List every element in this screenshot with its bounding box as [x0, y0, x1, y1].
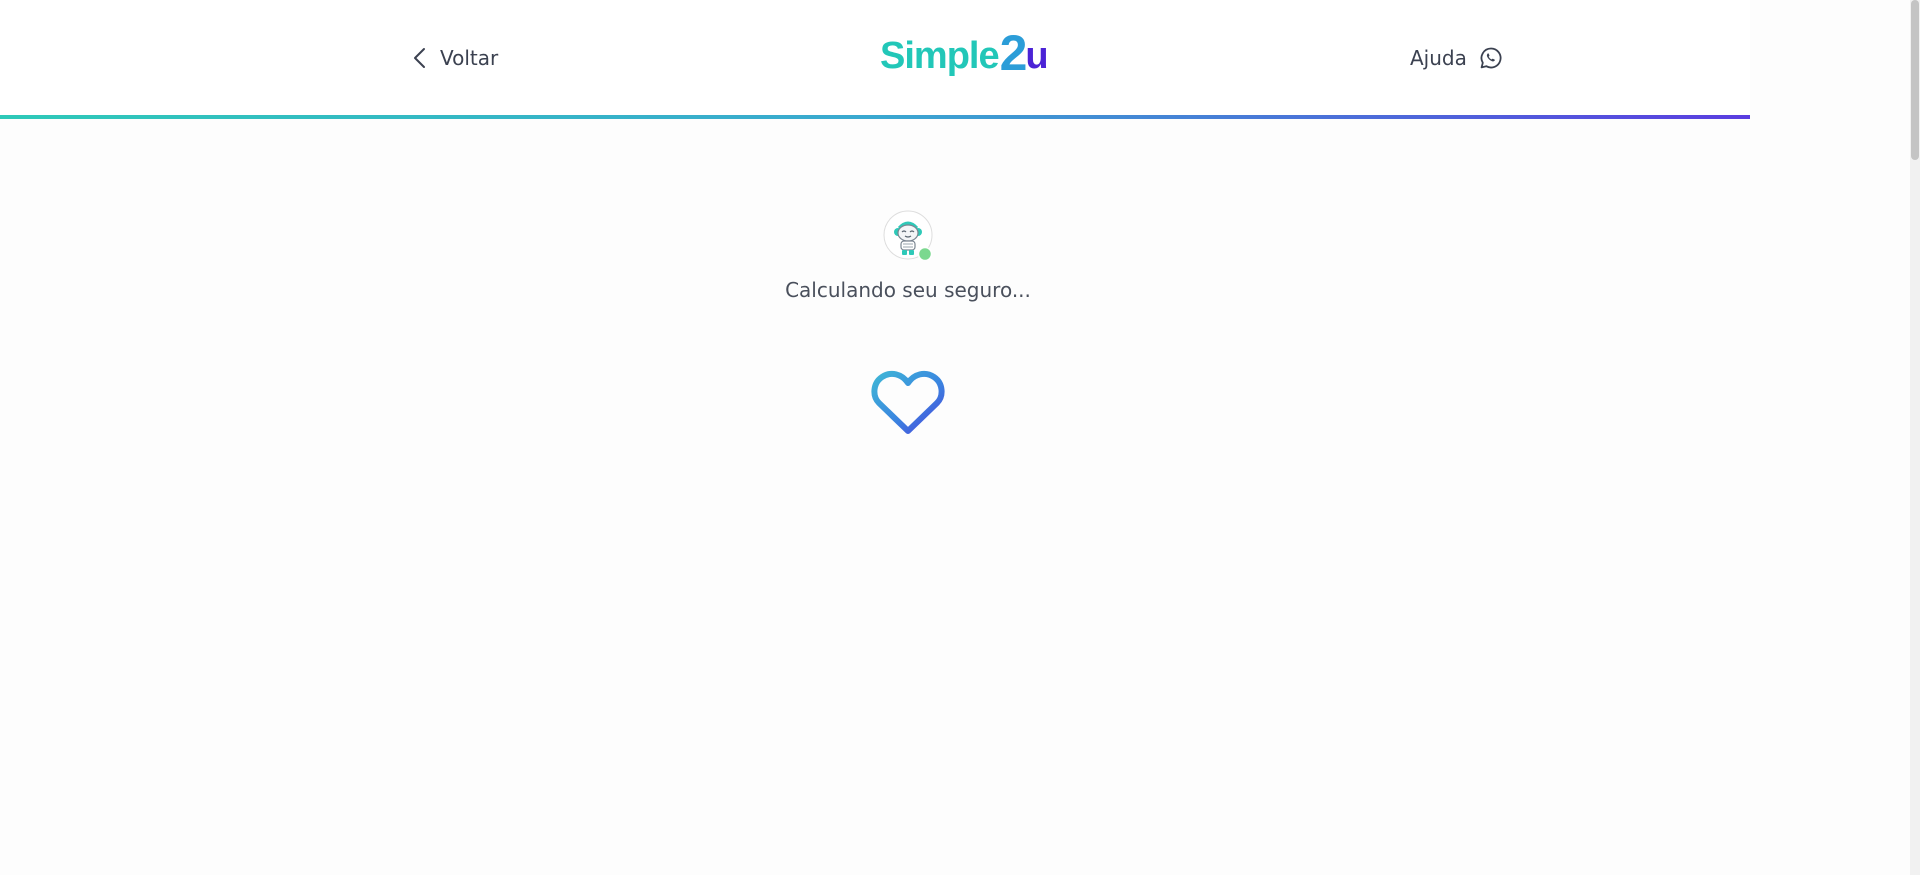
back-label: Voltar — [440, 46, 499, 70]
back-button[interactable]: Voltar — [410, 44, 498, 72]
robot-avatar — [883, 210, 933, 262]
logo-text-main: Simple — [880, 35, 1000, 77]
scrollbar-thumb[interactable] — [1911, 0, 1919, 160]
help-button[interactable]: Ajuda — [1410, 44, 1503, 72]
status-text: Calculando seu seguro... — [785, 278, 1031, 302]
logo-text-u: u — [1025, 35, 1049, 77]
top-header: Voltar Simple 2 u Ajuda — [0, 0, 1750, 116]
page: Voltar Simple 2 u Ajuda Calculando seu s… — [0, 0, 1920, 875]
progress-gradient-bar — [0, 115, 1750, 119]
heart-icon — [870, 368, 946, 436]
whatsapp-icon — [1479, 46, 1503, 70]
online-status-dot — [917, 246, 933, 262]
logo-text-two: 2 — [999, 25, 1028, 81]
simple2u-logo[interactable]: Simple 2 u — [880, 28, 1049, 78]
chevron-left-icon — [410, 46, 430, 70]
help-label: Ajuda — [1410, 46, 1467, 70]
